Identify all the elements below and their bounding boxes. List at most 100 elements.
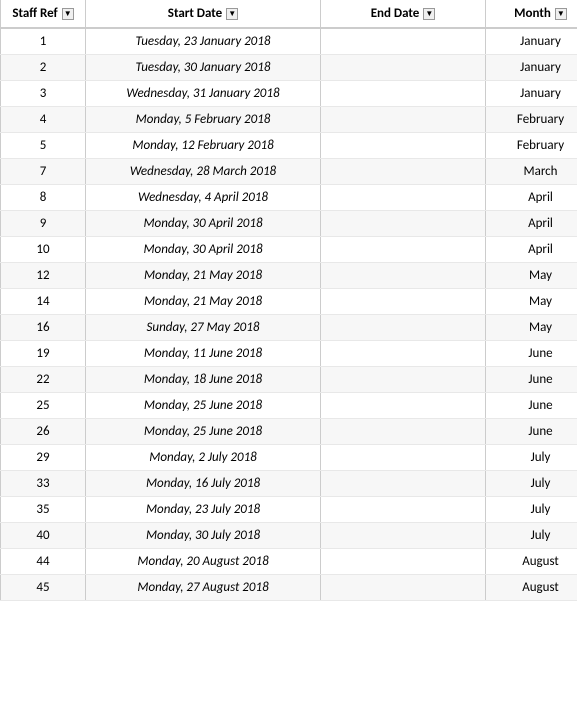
cell-staffref: 16 [1,315,86,341]
cell-staffref: 2 [1,55,86,81]
cell-month: May [486,315,577,341]
staffref-filter-icon[interactable]: ▼ [62,8,74,20]
cell-startdate: Wednesday, 4 April 2018 [86,185,321,211]
table-row: 22Monday, 18 June 2018 June [1,367,577,393]
staffref-label: Staff Ref [12,6,57,21]
cell-staffref: 7 [1,159,86,185]
cell-month: June [486,367,577,393]
cell-staffref: 5 [1,133,86,159]
cell-enddate [321,523,486,549]
table-row: 40Monday, 30 July 2018July [1,523,577,549]
table-row: 44Monday, 20 August 2018August [1,549,577,575]
column-header-startdate[interactable]: Start Date ▼ [86,0,321,28]
cell-startdate: Wednesday, 31 January 2018 [86,81,321,107]
table-row: 26Monday, 25 June 2018 June [1,419,577,445]
cell-enddate [321,237,486,263]
cell-staffref: 4 [1,107,86,133]
cell-startdate: Monday, 27 August 2018 [86,575,321,601]
table-row: 7Wednesday, 28 March 2018March [1,159,577,185]
cell-startdate: Monday, 21 May 2018 [86,263,321,289]
cell-startdate: Monday, 5 February 2018 [86,107,321,133]
table-row: 29Monday, 2 July 2018July [1,445,577,471]
table-header-row: Staff Ref ▼ Start Date ▼ End Date ▼ Mont… [1,0,577,28]
cell-enddate [321,185,486,211]
cell-startdate: Monday, 20 August 2018 [86,549,321,575]
cell-staffref: 22 [1,367,86,393]
cell-staffref: 8 [1,185,86,211]
cell-enddate [321,81,486,107]
cell-startdate: Monday, 12 February 2018 [86,133,321,159]
cell-enddate [321,419,486,445]
cell-staffref: 40 [1,523,86,549]
cell-month: January [486,28,577,55]
cell-staffref: 25 [1,393,86,419]
cell-staffref: 44 [1,549,86,575]
cell-month: June [486,393,577,419]
cell-startdate: Monday, 30 July 2018 [86,523,321,549]
cell-enddate [321,263,486,289]
cell-staffref: 29 [1,445,86,471]
table-row: 10Monday, 30 April 2018 April [1,237,577,263]
cell-enddate [321,445,486,471]
table-row: 3Wednesday, 31 January 2018January [1,81,577,107]
startdate-filter-icon[interactable]: ▼ [226,8,238,20]
cell-staffref: 9 [1,211,86,237]
cell-startdate: Monday, 30 April 2018 [86,237,321,263]
cell-month: April [486,185,577,211]
column-header-month[interactable]: Month ▼ [486,0,577,28]
cell-enddate [321,471,486,497]
cell-staffref: 1 [1,28,86,55]
table-body: 1Tuesday, 23 January 2018 January 2Tuesday… [1,28,577,601]
cell-month: May [486,289,577,315]
cell-startdate: Monday, 21 May 2018 [86,289,321,315]
cell-enddate [321,497,486,523]
cell-enddate [321,211,486,237]
table-row: 9Monday, 30 April 2018April [1,211,577,237]
cell-staffref: 33 [1,471,86,497]
cell-month: February [486,107,577,133]
data-table: Staff Ref ▼ Start Date ▼ End Date ▼ Mont… [0,0,577,601]
cell-month: April [486,211,577,237]
cell-month: April [486,237,577,263]
cell-startdate: Monday, 18 June 2018 [86,367,321,393]
table-row: 25Monday, 25 June 2018June [1,393,577,419]
month-filter-icon[interactable]: ▼ [555,8,567,20]
cell-startdate: Monday, 16 July 2018 [86,471,321,497]
cell-startdate: Monday, 11 June 2018 [86,341,321,367]
cell-startdate: Tuesday, 23 January 2018 [86,28,321,55]
table-row: 35Monday, 23 July 2018July [1,497,577,523]
cell-startdate: Tuesday, 30 January 2018 [86,55,321,81]
table-row: 16Sunday, 27 May 2018 May [1,315,577,341]
cell-enddate [321,393,486,419]
month-label: Month [514,6,551,21]
cell-month: June [486,419,577,445]
table-row: 1Tuesday, 23 January 2018 January [1,28,577,55]
enddate-label: End Date [371,6,420,21]
cell-staffref: 12 [1,263,86,289]
cell-startdate: Monday, 25 June 2018 [86,419,321,445]
table-row: 14Monday, 21 May 2018May [1,289,577,315]
table-row: 5Monday, 12 February 2018 February [1,133,577,159]
column-header-enddate[interactable]: End Date ▼ [321,0,486,28]
table-row: 12Monday, 21 May 2018 May [1,263,577,289]
cell-staffref: 19 [1,341,86,367]
startdate-label: Start Date [168,6,222,21]
table-row: 45Monday, 27 August 2018 August [1,575,577,601]
column-header-staffref[interactable]: Staff Ref ▼ [1,0,86,28]
cell-enddate [321,549,486,575]
cell-month: January [486,55,577,81]
table-row: 4Monday, 5 February 2018 February [1,107,577,133]
cell-staffref: 10 [1,237,86,263]
cell-month: July [486,497,577,523]
cell-month: May [486,263,577,289]
cell-enddate [321,289,486,315]
cell-startdate: Sunday, 27 May 2018 [86,315,321,341]
enddate-filter-icon[interactable]: ▼ [423,8,435,20]
cell-month: August [486,575,577,601]
cell-month: July [486,445,577,471]
cell-staffref: 45 [1,575,86,601]
cell-month: February [486,133,577,159]
cell-month: January [486,81,577,107]
cell-month: July [486,471,577,497]
cell-staffref: 26 [1,419,86,445]
